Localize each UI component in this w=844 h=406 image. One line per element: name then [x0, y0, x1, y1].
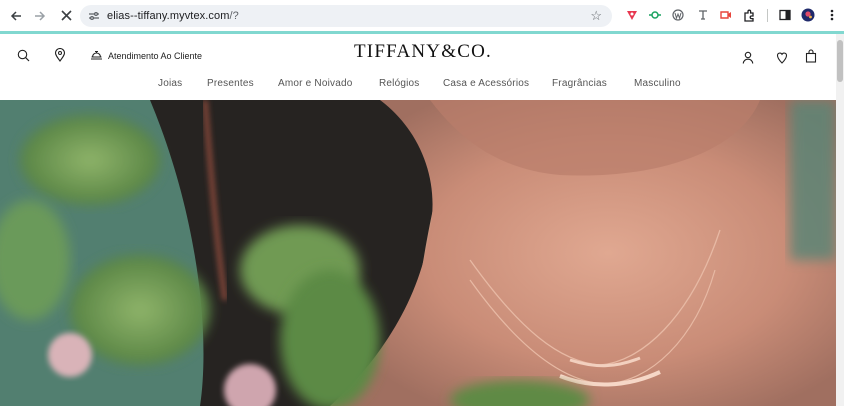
site-info-icon[interactable] — [86, 8, 102, 24]
main-navigation: Joias Presentes Amor e Noivado Relógios … — [0, 78, 836, 94]
wordpress-extension-icon[interactable] — [671, 8, 685, 22]
nav-item-fragrancias[interactable]: Fragrâncias — [552, 78, 607, 89]
nav-item-relogios[interactable]: Relógios — [379, 78, 420, 89]
url-path: /? — [229, 10, 239, 22]
nav-item-casa-e-acessorios[interactable]: Casa e Acessórios — [443, 78, 529, 89]
page-scrollbar[interactable] — [836, 34, 844, 406]
nav-item-joias[interactable]: Joias — [158, 78, 182, 89]
sync-extension-icon[interactable] — [648, 8, 662, 22]
address-bar[interactable]: elias--tiffany.myvtex.com/? ☆ — [80, 5, 612, 27]
customer-service-label: Atendimento Ao Cliente — [108, 51, 203, 61]
forward-arrow-icon[interactable] — [29, 5, 51, 27]
profile-avatar-icon[interactable] — [801, 8, 815, 22]
browser-toolbar: elias--tiffany.myvtex.com/? ☆ — [0, 0, 844, 31]
nav-item-amor-e-noivado[interactable]: Amor e Noivado — [278, 78, 353, 89]
back-arrow-icon[interactable] — [5, 5, 27, 27]
vivaldi-extension-icon[interactable] — [625, 8, 639, 22]
side-panel-icon[interactable] — [778, 8, 792, 22]
bookmark-star-icon[interactable]: ☆ — [590, 8, 602, 24]
record-extension-icon[interactable] — [719, 8, 733, 22]
hero-image — [0, 100, 836, 406]
customer-service-link[interactable]: Atendimento Ao Cliente — [90, 47, 202, 65]
shopping-bag-icon[interactable] — [804, 49, 818, 63]
service-bell-icon — [90, 47, 103, 65]
scrollbar-thumb[interactable] — [837, 40, 843, 82]
tiffany-logo[interactable]: TIFFANY&CO. — [354, 41, 492, 63]
store-location-icon[interactable] — [53, 48, 67, 62]
hero-banner[interactable] — [0, 100, 836, 406]
url-text: elias--tiffany.myvtex.com/? — [107, 10, 239, 22]
url-host: elias--tiffany.myvtex.com — [107, 10, 230, 22]
site-header: Atendimento Ao Cliente TIFFANY&CO. Joias… — [0, 34, 836, 100]
nav-item-presentes[interactable]: Presentes — [207, 78, 254, 89]
font-extension-icon[interactable] — [696, 8, 710, 22]
puzzle-extensions-icon[interactable] — [742, 8, 756, 22]
search-icon[interactable] — [16, 48, 30, 62]
stop-loading-icon[interactable] — [55, 5, 77, 27]
account-icon[interactable] — [741, 50, 755, 64]
menu-kebab-icon[interactable] — [825, 8, 839, 22]
wishlist-heart-icon[interactable] — [775, 50, 789, 64]
toolbar-divider — [767, 9, 768, 22]
nav-item-masculino[interactable]: Masculino — [634, 78, 681, 89]
